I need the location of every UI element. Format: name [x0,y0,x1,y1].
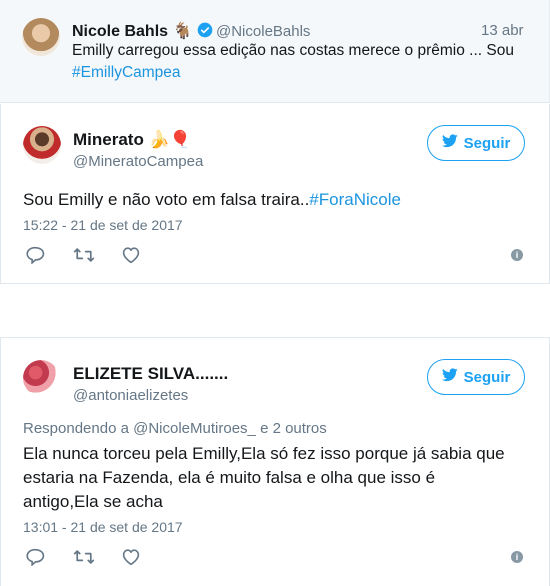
twitter-bird-icon [441,368,458,386]
like-button[interactable] [121,245,169,269]
tweet-timestamp[interactable]: 15:22 - 21 de set de 2017 [23,217,183,233]
author-handle[interactable]: @NicoleBahls [216,23,310,40]
retweet-icon [73,548,95,571]
like-icon [121,246,141,269]
tweet-timestamp[interactable]: 13:01 - 21 de set de 2017 [23,519,183,535]
quoted-text-body: Emilly carregou essa edição nas costas m… [72,42,514,59]
reply-button[interactable] [25,547,73,571]
goat-emoji: 🐐 [172,23,193,40]
tweet-text: Sou Emilly e não voto em falsa traira..#… [23,188,533,212]
twitter-bird-icon [441,134,458,152]
tweet-card: Minerato 🍌🎈 @MineratoCampea Seguir Sou E… [0,104,550,284]
info-icon[interactable]: i [511,551,523,563]
follow-label: Seguir [463,368,511,386]
reply-suffix: e 2 outros [260,420,327,437]
avatar[interactable] [22,18,60,56]
reply-prefix: Respondendo a [23,420,129,437]
retweet-icon [73,246,95,269]
author-name[interactable]: Minerato 🍌🎈 [73,130,191,150]
author-name-text: Nicole Bahls [72,23,169,40]
quoted-text: Emilly carregou essa edição nas costas m… [72,40,532,84]
like-button[interactable] [121,547,169,571]
tweet-card: ELIZETE SILVA....... @antoniaelizetes Se… [0,337,550,586]
reply-context: Respondendo a @NicoleMutiroes_ e 2 outro… [23,420,327,437]
hashtag-link[interactable]: #EmillyCampea [72,64,181,81]
tweet-actions [25,245,169,269]
author-name-text: Minerato [73,130,144,149]
avatar[interactable] [23,360,59,396]
author-handle[interactable]: @antoniaelizetes [73,387,188,404]
follow-button[interactable]: Seguir [427,359,525,395]
quoted-tweet[interactable]: Nicole Bahls 🐐 @NicoleBahls 13 abr Emill… [0,0,550,103]
tweet-text-line: estaria na Fazenda, ela é muito falsa e … [23,468,436,487]
author-name[interactable]: ELIZETE SILVA....... [73,364,228,384]
author-handle[interactable]: @MineratoCampea [73,153,203,170]
reply-icon [25,548,45,571]
avatar[interactable] [23,126,61,164]
tweet-text-line: antigo,Ela se acha [23,492,163,511]
follow-label: Seguir [463,134,511,152]
retweet-button[interactable] [73,547,121,571]
reply-handle-link[interactable]: @NicoleMutiroes_ [133,420,256,437]
tweet-text: Ela nunca torceu pela Emilly,Ela só fez … [23,442,538,514]
tweet-date[interactable]: 13 abr [481,22,524,39]
retweet-button[interactable] [73,245,121,269]
reply-button[interactable] [25,245,73,269]
emoji: 🍌🎈 [148,130,191,149]
tweet-actions [25,547,169,571]
like-icon [121,548,141,571]
hashtag-link[interactable]: #ForaNicole [309,190,401,209]
reply-icon [25,246,45,269]
follow-button[interactable]: Seguir [427,125,525,161]
info-icon[interactable]: i [511,249,523,261]
tweet-text-line: Ela nunca torceu pela Emilly,Ela só fez … [23,444,505,463]
tweet-text-body: Sou Emilly e não voto em falsa traira.. [23,190,310,209]
